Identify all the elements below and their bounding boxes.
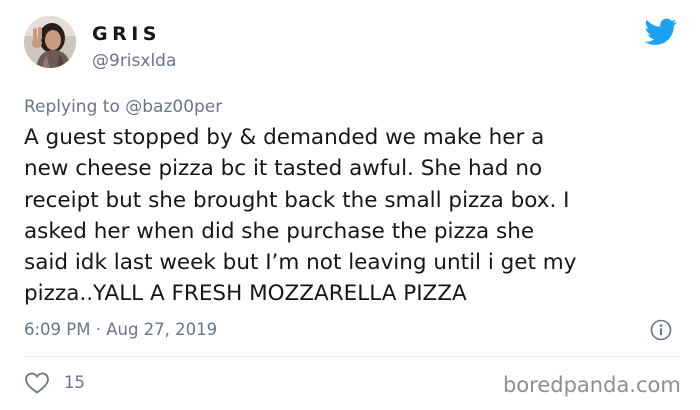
twitter-bird-icon[interactable] bbox=[644, 18, 677, 46]
user-handle[interactable]: @9risxlda bbox=[92, 50, 176, 72]
tweet-text-line: pizza..YALL A FRESH MOZZARELLA PIZZA bbox=[24, 281, 467, 307]
tweet-text-line: said idk last week but I’m not leaving u… bbox=[24, 250, 577, 276]
watermark: boredpanda.com bbox=[503, 373, 681, 397]
like-count: 15 bbox=[64, 373, 85, 392]
tweet-timestamp[interactable]: 6:09 PM · Aug 27, 2019 bbox=[24, 319, 217, 341]
like-button[interactable]: 15 bbox=[24, 370, 85, 396]
tweet-text-line: receipt but she brought back the small p… bbox=[24, 187, 570, 213]
avatar[interactable] bbox=[24, 16, 76, 68]
user-photo-avatar-icon bbox=[24, 16, 76, 68]
divider bbox=[24, 356, 678, 357]
replying-to: Replying to @baz00per bbox=[24, 96, 222, 118]
tweet-text-line: asked her when did she purchase the pizz… bbox=[24, 218, 535, 244]
tweet-text-line: A guest stopped by & demanded we make he… bbox=[24, 125, 545, 150]
tweet-text: A guest stopped by & demanded we make he… bbox=[24, 122, 680, 310]
reply-mention-link[interactable]: @baz00per bbox=[125, 97, 222, 117]
display-name[interactable]: GRIS bbox=[92, 23, 161, 45]
tweet-text-line: new cheese pizza bc it tasted awful. She… bbox=[24, 156, 543, 182]
heart-icon bbox=[25, 372, 49, 394]
replying-prefix: Replying to bbox=[24, 97, 126, 117]
info-icon[interactable] bbox=[650, 319, 672, 341]
